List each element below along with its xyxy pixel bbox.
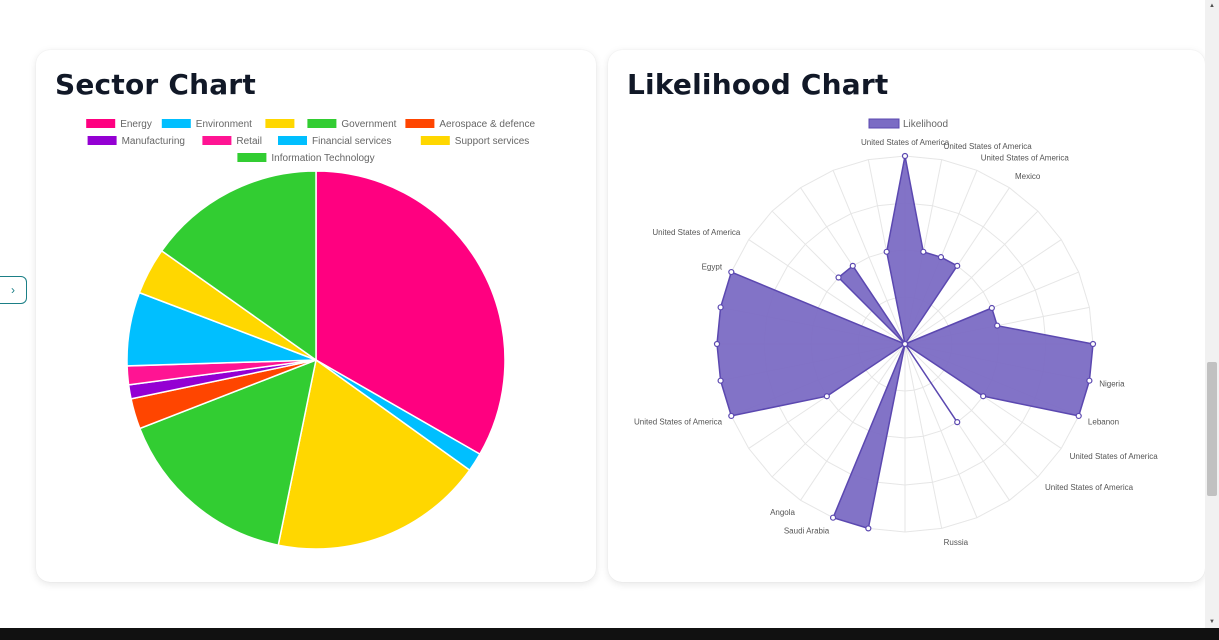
bottom-bar xyxy=(0,628,1219,640)
radar-point xyxy=(954,262,961,269)
legend-label: Energy xyxy=(120,119,152,130)
radar-axis-label: United States of America xyxy=(1070,452,1159,461)
radar-point xyxy=(937,254,945,261)
legend-swatch xyxy=(86,119,116,128)
sector-pie-chart: Energy Environment Government Aerospace & d… xyxy=(86,119,535,550)
legend-label: Support services xyxy=(455,136,529,147)
vertical-scrollbar[interactable]: ▲ ▼ xyxy=(1205,0,1219,628)
radar-point xyxy=(1089,340,1097,348)
radar-point xyxy=(980,393,987,400)
legend-label: Aerospace & defence xyxy=(439,119,535,130)
legend-swatch xyxy=(265,119,295,128)
radar-point xyxy=(713,340,721,348)
radar-axis-label: United States of America xyxy=(634,417,723,426)
legend-label: Retail xyxy=(236,136,262,147)
legend-swatch xyxy=(420,136,450,145)
legend-swatch xyxy=(868,118,900,129)
legend-swatch xyxy=(87,136,117,145)
radar-point xyxy=(823,393,830,400)
radar-axis-label: United States of America xyxy=(1045,483,1134,492)
legend-label: Government xyxy=(341,119,396,130)
legend-label: Likelihood xyxy=(903,119,948,130)
legend-swatch xyxy=(278,136,307,145)
radar-point xyxy=(835,274,842,281)
scroll-up-icon[interactable]: ▲ xyxy=(1205,0,1219,12)
radar-point xyxy=(717,377,724,384)
radar-point xyxy=(883,248,890,255)
legend-label: Manufacturing xyxy=(122,136,185,147)
radar-point xyxy=(865,525,872,532)
radar-point xyxy=(728,412,735,420)
radar-axis-label: Angola xyxy=(770,508,795,517)
radar-point xyxy=(954,419,961,426)
radar-point xyxy=(994,322,1001,329)
radar-point xyxy=(920,248,927,255)
legend-label: Environment xyxy=(196,119,252,130)
radar-axis-label: Lebanon xyxy=(1088,417,1119,426)
sector-chart-card: Sector Chart Energy Environment Government… xyxy=(36,50,596,582)
radar-axis-label: United States of America xyxy=(652,228,741,237)
chevron-right-icon: › xyxy=(11,283,15,297)
scroll-down-icon[interactable]: ▼ xyxy=(1205,616,1219,628)
radar-axis-label: United States of America xyxy=(981,153,1070,162)
radar-axis-label: United States of America xyxy=(944,142,1033,151)
radar-axis-label: Nigeria xyxy=(1099,379,1125,388)
radar-point xyxy=(1075,412,1082,420)
sidebar-toggle-button[interactable]: › xyxy=(0,276,27,304)
radar-point xyxy=(849,262,856,269)
likelihood-radar-chart: Likelihood4United States of AmericaUnite… xyxy=(634,118,1159,547)
scrollbar-thumb[interactable] xyxy=(1207,362,1217,496)
radar-axis-label: Saudi Arabia xyxy=(784,527,830,536)
radar-point xyxy=(901,152,909,160)
radar-point xyxy=(829,514,837,521)
radar-point xyxy=(901,340,909,348)
radar-axis-label: Egypt xyxy=(702,263,723,272)
legend-swatch xyxy=(161,119,191,128)
legend-swatch xyxy=(405,119,435,128)
legend-swatch xyxy=(307,119,337,128)
legend-label: Information Technology xyxy=(271,153,374,164)
legend-swatch xyxy=(237,153,267,162)
radar-point xyxy=(717,304,724,311)
radar-axis-label: Mexico xyxy=(1015,172,1041,181)
likelihood-chart-card: Likelihood Chart Likelihood4United State… xyxy=(608,50,1205,582)
radar-point xyxy=(1086,377,1093,384)
radar-point xyxy=(728,268,735,276)
radar-axis-label: Russia xyxy=(944,538,969,547)
legend-label: Financial services xyxy=(312,136,391,147)
legend-swatch xyxy=(202,136,232,145)
radar-point xyxy=(988,304,995,312)
radar-axis-label: United States of America xyxy=(861,138,950,147)
